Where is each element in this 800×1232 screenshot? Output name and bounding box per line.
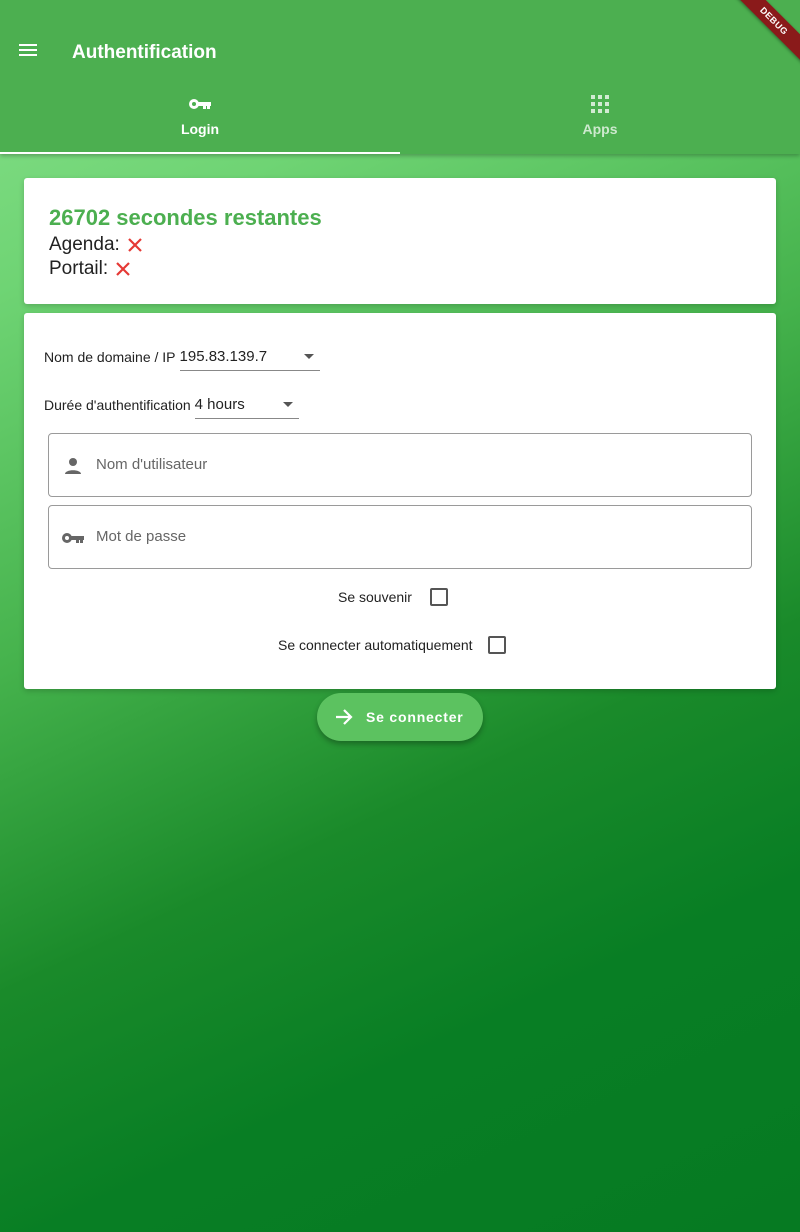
- tab-apps-label: Apps: [582, 121, 618, 137]
- dropdown-arrow-icon: [303, 354, 314, 359]
- login-form-card: Nom de domaine / IP 195.83.139.7 Durée d…: [24, 313, 776, 689]
- remaining-time: 26702 secondes restantes: [49, 205, 322, 230]
- autoconnect-label: Se connecter automatiquement: [278, 637, 473, 653]
- domain-select[interactable]: 195.83.139.7: [179, 341, 320, 371]
- tab-apps[interactable]: Apps: [400, 84, 800, 154]
- agenda-status: Agenda:: [49, 234, 142, 256]
- autoconnect-row: Se connecter automatiquement: [278, 636, 506, 654]
- username-input[interactable]: [96, 456, 696, 473]
- remember-row: Se souvenir: [338, 588, 448, 606]
- password-field[interactable]: [48, 505, 752, 569]
- duration-select[interactable]: 4 hours: [194, 389, 299, 419]
- remember-label: Se souvenir: [338, 589, 412, 605]
- domain-row: Nom de domaine / IP 195.83.139.7: [44, 341, 320, 371]
- status-card: 26702 secondes restantes Agenda: Portail…: [24, 178, 776, 304]
- arrow-forward-icon: [334, 706, 356, 728]
- key-icon: [188, 92, 212, 116]
- key-icon: [61, 526, 85, 550]
- dropdown-arrow-icon: [282, 402, 293, 407]
- duration-value: 4 hours: [194, 396, 245, 413]
- connect-label: Se connecter: [366, 709, 464, 725]
- close-icon: [128, 238, 142, 252]
- username-field[interactable]: [48, 433, 752, 497]
- agenda-label: Agenda:: [49, 234, 120, 255]
- duration-label: Durée d'authentification: [44, 397, 191, 413]
- remember-checkbox[interactable]: [429, 588, 448, 606]
- connect-button[interactable]: Se connecter: [317, 693, 483, 741]
- tab-login[interactable]: Login: [0, 84, 400, 154]
- portail-status: Portail:: [49, 258, 130, 280]
- person-icon: [61, 454, 85, 478]
- app-title: Authentification: [72, 42, 217, 63]
- portail-label: Portail:: [49, 258, 109, 279]
- domain-label: Nom de domaine / IP: [44, 349, 176, 365]
- close-icon: [116, 262, 130, 276]
- autoconnect-checkbox[interactable]: [487, 636, 506, 654]
- menu-button[interactable]: [12, 36, 44, 68]
- duration-row: Durée d'authentification 4 hours: [44, 389, 299, 419]
- password-input[interactable]: [96, 528, 696, 545]
- tab-indicator: [0, 152, 400, 154]
- apps-grid-icon: [591, 92, 609, 116]
- domain-value: 195.83.139.7: [179, 348, 268, 365]
- app-bar: Authentification Login Apps: [0, 0, 800, 154]
- menu-icon: [18, 42, 38, 63]
- tab-login-label: Login: [180, 121, 220, 137]
